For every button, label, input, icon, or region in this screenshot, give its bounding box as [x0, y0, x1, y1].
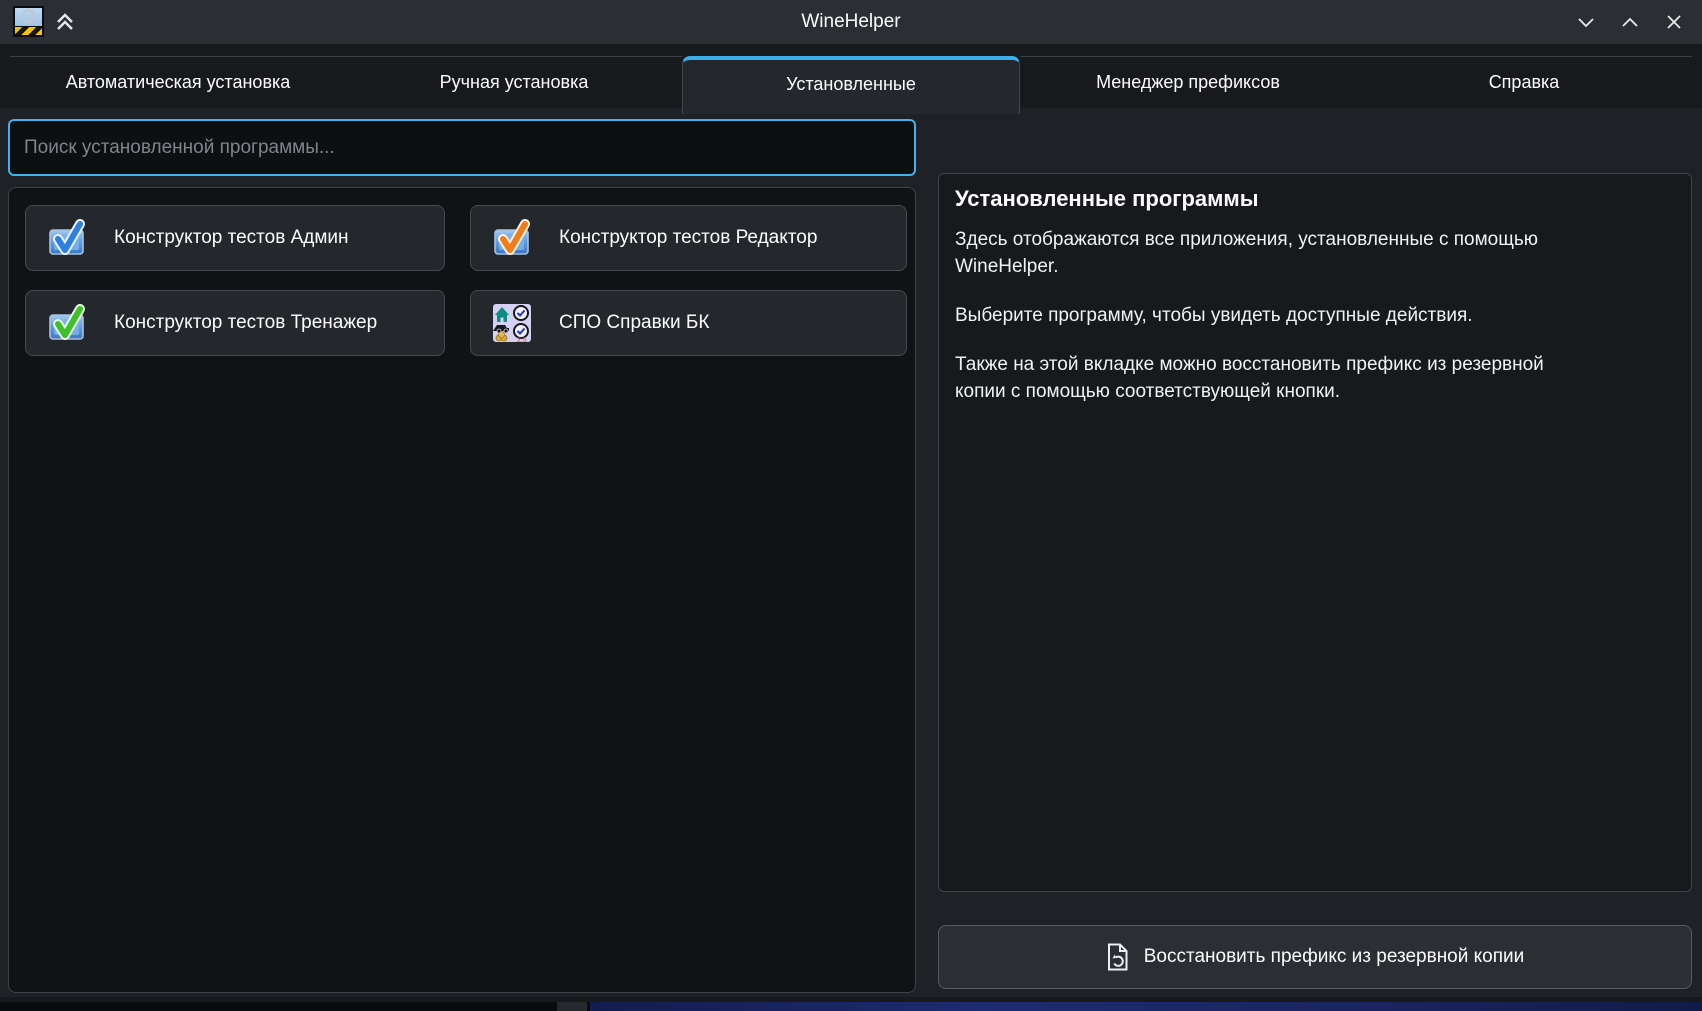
minimize-button[interactable] [1574, 10, 1598, 34]
close-icon [1663, 11, 1685, 33]
program-item-konstruktor-redaktor[interactable]: Конструктор тестов Редактор [470, 205, 907, 271]
winehelper-window: ⚙ WineHelper [0, 0, 1702, 1011]
program-name: Конструктор тестов Редактор [559, 227, 817, 249]
search-input[interactable] [8, 119, 916, 176]
tab-auto-install[interactable]: Автоматическая установка [10, 56, 346, 108]
desktop-taskbar-strip[interactable] [0, 1002, 1702, 1011]
window-controls [1574, 0, 1686, 44]
taskbar-item-block[interactable] [557, 1002, 587, 1011]
chevron-down-icon [1575, 11, 1597, 33]
tab-manual-install[interactable]: Ручная установка [346, 56, 682, 108]
maximize-button[interactable] [1618, 10, 1642, 34]
program-name: Конструктор тестов Админ [114, 227, 349, 249]
program-name: СПО Справки БК [559, 312, 709, 334]
board-orange-check-icon [491, 217, 533, 259]
help-paragraph: Выберите программу, чтобы увидеть доступ… [955, 302, 1595, 329]
spo-spravki-bk-icon: 2.5 [491, 302, 533, 344]
help-paragraph: Здесь отображаются все приложения, устан… [955, 226, 1595, 280]
tab-help[interactable]: Справка [1356, 56, 1692, 108]
titlebar[interactable]: ⚙ WineHelper [0, 0, 1702, 44]
board-blue-check-icon [46, 217, 88, 259]
programs-grid: Конструктор тестов Админ Конструктор тес… [25, 205, 915, 356]
program-item-konstruktor-trenazher[interactable]: Конструктор тестов Тренажер [25, 290, 445, 356]
help-panel: Установленные программы Здесь отображают… [938, 173, 1692, 892]
program-item-konstruktor-admin[interactable]: Конструктор тестов Админ [25, 205, 445, 271]
taskbar-blue-area[interactable] [590, 1002, 1702, 1011]
board-green-check-icon [46, 302, 88, 344]
installed-programs-panel: Конструктор тестов Админ Конструктор тес… [8, 187, 916, 993]
program-item-spo-spravki-bk[interactable]: 2.5 СПО Справки БК [470, 290, 907, 356]
restore-prefix-button[interactable]: Восстановить префикс из резервной копии [938, 925, 1692, 989]
program-name: Конструктор тестов Тренажер [114, 312, 377, 334]
close-button[interactable] [1662, 10, 1686, 34]
help-paragraph: Также на этой вкладке можно восстановить… [955, 351, 1595, 405]
document-restore-icon [1106, 943, 1130, 971]
chevron-up-icon [1619, 11, 1641, 33]
help-panel-title: Установленные программы [955, 186, 1675, 212]
window-title: WineHelper [0, 0, 1702, 44]
tab-installed[interactable]: Установленные [682, 56, 1020, 114]
tab-prefix-manager[interactable]: Менеджер префиксов [1020, 56, 1356, 108]
restore-button-label: Восстановить префикс из резервной копии [1144, 946, 1525, 968]
tab-bar: Автоматическая установка Ручная установк… [0, 44, 1702, 108]
svg-text:2.5: 2.5 [517, 337, 527, 344]
